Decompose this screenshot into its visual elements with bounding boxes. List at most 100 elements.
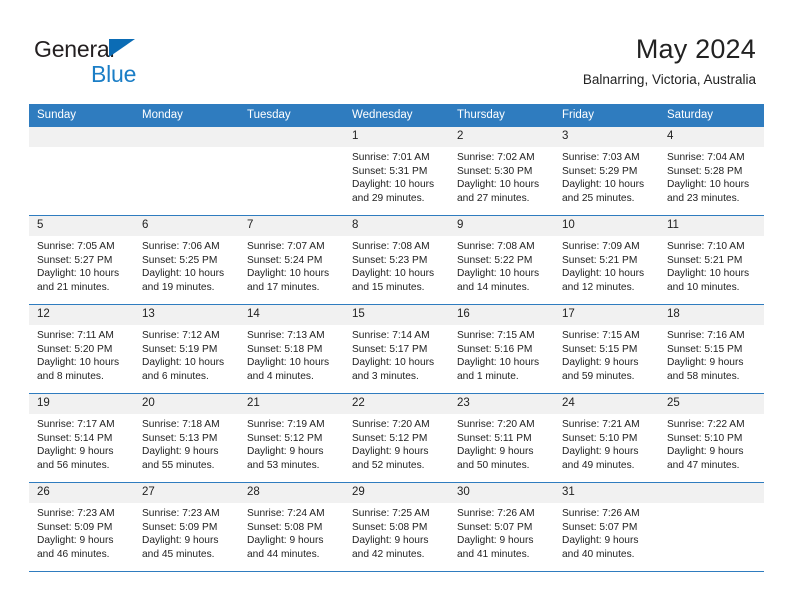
daylight-text: Daylight: 9 hours and 50 minutes. [457, 446, 534, 471]
calendar-cell-day[interactable]: 5 Sunrise: 7:05 AM Sunset: 5:27 PM Daylight… [29, 215, 134, 305]
calendar-cell-day[interactable]: 18 Sunrise: 7:16 AM Sunset: 5:15 PM Dayligh… [659, 304, 764, 394]
sunset-text: Sunset: 5:20 PM [37, 343, 113, 355]
day-cell: 3 Sunrise: 7:03 AM Sunset: 5:29 PM Daylight… [554, 127, 659, 215]
daylight-text: Daylight: 10 hours and 8 minutes. [37, 357, 120, 382]
calendar-cell-day[interactable]: 9 Sunrise: 7:08 AM Sunset: 5:22 PM Daylight… [449, 215, 554, 305]
calendar-cell-day[interactable]: 25 Sunrise: 7:22 AM Sunset: 5:10 PM Dayligh… [659, 393, 764, 483]
sunrise-text: Sunrise: 7:25 AM [352, 508, 430, 519]
calendar-cell-day[interactable]: 1 Sunrise: 7:01 AM Sunset: 5:31 PM Daylight… [344, 126, 449, 216]
calendar-cell-empty [134, 126, 239, 216]
calendar-cell-day[interactable]: 10 Sunrise: 7:09 AM Sunset: 5:21 PM Dayligh… [554, 215, 659, 305]
calendar-cell-day[interactable]: 31 Sunrise: 7:26 AM Sunset: 5:07 PM Dayligh… [554, 482, 659, 572]
general-blue-logo[interactable]: General Blue [34, 38, 254, 88]
weekday-header-saturday: Saturday [659, 104, 764, 127]
day-number: 17 [554, 305, 659, 325]
calendar-cell-day[interactable]: 13 Sunrise: 7:12 AM Sunset: 5:19 PM Dayligh… [134, 304, 239, 394]
day-details: Sunrise: 7:01 AM Sunset: 5:31 PM Daylight:… [344, 147, 449, 205]
weekday-header-wednesday: Wednesday [344, 104, 449, 127]
calendar-cell-day[interactable]: 23 Sunrise: 7:20 AM Sunset: 5:11 PM Dayligh… [449, 393, 554, 483]
calendar-cell-day[interactable]: 14 Sunrise: 7:13 AM Sunset: 5:18 PM Dayligh… [239, 304, 344, 394]
day-details: Sunrise: 7:15 AM Sunset: 5:15 PM Daylight:… [554, 325, 659, 383]
day-cell: 13 Sunrise: 7:12 AM Sunset: 5:19 PM Dayligh… [134, 305, 239, 393]
day-cell: 24 Sunrise: 7:21 AM Sunset: 5:10 PM Dayligh… [554, 394, 659, 482]
day-number: 19 [29, 394, 134, 414]
calendar-cell-day[interactable]: 11 Sunrise: 7:10 AM Sunset: 5:21 PM Dayligh… [659, 215, 764, 305]
daylight-text: Daylight: 9 hours and 41 minutes. [457, 535, 534, 560]
calendar-cell-day[interactable]: 21 Sunrise: 7:19 AM Sunset: 5:12 PM Dayligh… [239, 393, 344, 483]
day-details: Sunrise: 7:10 AM Sunset: 5:21 PM Daylight:… [659, 236, 764, 294]
day-cell: 23 Sunrise: 7:20 AM Sunset: 5:11 PM Dayligh… [449, 394, 554, 482]
day-cell: 31 Sunrise: 7:26 AM Sunset: 5:07 PM Dayligh… [554, 483, 659, 571]
sunset-text: Sunset: 5:08 PM [352, 521, 428, 533]
calendar-cell-day[interactable]: 8 Sunrise: 7:08 AM Sunset: 5:23 PM Daylight… [344, 215, 449, 305]
calendar-cell-day[interactable]: 20 Sunrise: 7:18 AM Sunset: 5:13 PM Dayligh… [134, 393, 239, 483]
sunrise-text: Sunrise: 7:06 AM [142, 241, 220, 252]
sunset-text: Sunset: 5:12 PM [352, 432, 428, 444]
calendar-cell-day[interactable]: 22 Sunrise: 7:20 AM Sunset: 5:12 PM Dayligh… [344, 393, 449, 483]
daylight-text: Daylight: 9 hours and 40 minutes. [562, 535, 639, 560]
calendar-cell-day[interactable]: 4 Sunrise: 7:04 AM Sunset: 5:28 PM Daylight… [659, 126, 764, 216]
calendar-cell-day[interactable]: 2 Sunrise: 7:02 AM Sunset: 5:30 PM Daylight… [449, 126, 554, 216]
day-details: Sunrise: 7:18 AM Sunset: 5:13 PM Daylight:… [134, 414, 239, 472]
calendar-cell-day[interactable]: 16 Sunrise: 7:15 AM Sunset: 5:16 PM Dayligh… [449, 304, 554, 394]
calendar-cell-day[interactable]: 17 Sunrise: 7:15 AM Sunset: 5:15 PM Dayligh… [554, 304, 659, 394]
day-number: 20 [134, 394, 239, 414]
sunrise-text: Sunrise: 7:15 AM [457, 330, 535, 341]
sunset-text: Sunset: 5:08 PM [247, 521, 323, 533]
calendar-cell-day[interactable]: 19 Sunrise: 7:17 AM Sunset: 5:14 PM Dayligh… [29, 393, 134, 483]
day-number: 2 [449, 127, 554, 147]
calendar-cell-day[interactable]: 26 Sunrise: 7:23 AM Sunset: 5:09 PM Dayligh… [29, 482, 134, 572]
day-cell: 4 Sunrise: 7:04 AM Sunset: 5:28 PM Daylight… [659, 127, 764, 215]
day-number [239, 127, 344, 147]
day-details: Sunrise: 7:24 AM Sunset: 5:08 PM Daylight:… [239, 503, 344, 561]
sunrise-text: Sunrise: 7:20 AM [352, 419, 430, 430]
calendar-cell-day[interactable]: 6 Sunrise: 7:06 AM Sunset: 5:25 PM Daylight… [134, 215, 239, 305]
daylight-text: Daylight: 10 hours and 14 minutes. [457, 268, 540, 293]
calendar-cell-day[interactable]: 15 Sunrise: 7:14 AM Sunset: 5:17 PM Dayligh… [344, 304, 449, 394]
day-number: 9 [449, 216, 554, 236]
calendar-cell-empty [29, 126, 134, 216]
day-cell: 15 Sunrise: 7:14 AM Sunset: 5:17 PM Dayligh… [344, 305, 449, 393]
daylight-text: Daylight: 10 hours and 29 minutes. [352, 179, 435, 204]
day-details: Sunrise: 7:15 AM Sunset: 5:16 PM Daylight:… [449, 325, 554, 383]
day-details: Sunrise: 7:13 AM Sunset: 5:18 PM Daylight:… [239, 325, 344, 383]
day-details: Sunrise: 7:19 AM Sunset: 5:12 PM Daylight:… [239, 414, 344, 472]
day-details: Sunrise: 7:08 AM Sunset: 5:22 PM Daylight:… [449, 236, 554, 294]
calendar-body: 1 Sunrise: 7:01 AM Sunset: 5:31 PM Daylight… [29, 126, 764, 572]
sunset-text: Sunset: 5:10 PM [667, 432, 743, 444]
calendar-cell-day[interactable]: 7 Sunrise: 7:07 AM Sunset: 5:24 PM Daylight… [239, 215, 344, 305]
day-number: 16 [449, 305, 554, 325]
sunrise-text: Sunrise: 7:15 AM [562, 330, 640, 341]
daylight-text: Daylight: 9 hours and 42 minutes. [352, 535, 429, 560]
day-cell: 9 Sunrise: 7:08 AM Sunset: 5:22 PM Daylight… [449, 216, 554, 304]
calendar-week-row: 1 Sunrise: 7:01 AM Sunset: 5:31 PM Daylight… [29, 126, 764, 216]
sunrise-text: Sunrise: 7:23 AM [142, 508, 220, 519]
sunrise-text: Sunrise: 7:11 AM [37, 330, 114, 341]
sunrise-text: Sunrise: 7:10 AM [667, 241, 745, 252]
daylight-text: Daylight: 10 hours and 15 minutes. [352, 268, 435, 293]
calendar-cell-day[interactable]: 24 Sunrise: 7:21 AM Sunset: 5:10 PM Dayligh… [554, 393, 659, 483]
day-cell: 18 Sunrise: 7:16 AM Sunset: 5:15 PM Dayligh… [659, 305, 764, 393]
daylight-text: Daylight: 10 hours and 21 minutes. [37, 268, 120, 293]
calendar-cell-day[interactable]: 30 Sunrise: 7:26 AM Sunset: 5:07 PM Dayligh… [449, 482, 554, 572]
sunset-text: Sunset: 5:22 PM [457, 254, 533, 266]
day-number: 18 [659, 305, 764, 325]
calendar-cell-day[interactable]: 27 Sunrise: 7:23 AM Sunset: 5:09 PM Dayligh… [134, 482, 239, 572]
calendar-grid: Sunday Monday Tuesday Wednesday Thursday… [29, 104, 764, 572]
sunrise-text: Sunrise: 7:26 AM [457, 508, 535, 519]
day-number: 31 [554, 483, 659, 503]
sunrise-text: Sunrise: 7:01 AM [352, 152, 430, 163]
calendar-cell-day[interactable]: 28 Sunrise: 7:24 AM Sunset: 5:08 PM Dayligh… [239, 482, 344, 572]
sunset-text: Sunset: 5:21 PM [667, 254, 743, 266]
day-details: Sunrise: 7:05 AM Sunset: 5:27 PM Daylight:… [29, 236, 134, 294]
day-details: Sunrise: 7:23 AM Sunset: 5:09 PM Daylight:… [134, 503, 239, 561]
day-details: Sunrise: 7:26 AM Sunset: 5:07 PM Daylight:… [554, 503, 659, 561]
calendar-header-row: Sunday Monday Tuesday Wednesday Thursday… [29, 104, 764, 127]
sunset-text: Sunset: 5:09 PM [37, 521, 113, 533]
calendar-cell-day[interactable]: 3 Sunrise: 7:03 AM Sunset: 5:29 PM Daylight… [554, 126, 659, 216]
daylight-text: Daylight: 9 hours and 53 minutes. [247, 446, 324, 471]
day-cell: 21 Sunrise: 7:19 AM Sunset: 5:12 PM Dayligh… [239, 394, 344, 482]
calendar-cell-day[interactable]: 12 Sunrise: 7:11 AM Sunset: 5:20 PM Dayligh… [29, 304, 134, 394]
day-details: Sunrise: 7:16 AM Sunset: 5:15 PM Daylight:… [659, 325, 764, 383]
calendar-cell-day[interactable]: 29 Sunrise: 7:25 AM Sunset: 5:08 PM Dayligh… [344, 482, 449, 572]
